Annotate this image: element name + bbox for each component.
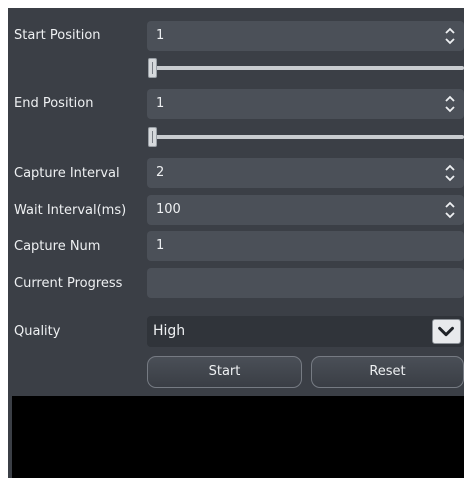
spin-arrows-icon[interactable] [444,25,456,47]
reset-button[interactable]: Reset [311,356,464,388]
capture-num-value: 1 [156,238,165,253]
window-left-edge [0,0,8,478]
capture-num-field: 1 [147,231,464,261]
quality-select[interactable]: High [147,316,464,347]
start-position-value: 1 [156,28,165,43]
wait-interval-spinbox[interactable]: 100 [147,195,464,225]
start-position-spinbox[interactable]: 1 [147,21,464,51]
spin-arrows-icon[interactable] [444,93,456,115]
current-progress-label: Current Progress [14,276,123,291]
end-position-label: End Position [14,96,94,111]
capture-interval-spinbox[interactable]: 2 [147,158,464,188]
spin-arrows-icon[interactable] [444,162,456,184]
window-top-edge [0,0,464,8]
end-position-slider-handle[interactable] [148,127,157,147]
wait-interval-value: 100 [156,202,181,217]
capture-interval-value: 2 [156,165,165,180]
chevron-down-icon [438,326,454,337]
capture-interval-label: Capture Interval [14,166,120,181]
end-position-value: 1 [156,96,165,111]
wait-interval-label: Wait Interval(ms) [14,203,127,218]
end-position-spinbox[interactable]: 1 [147,89,464,119]
start-button[interactable]: Start [147,356,302,388]
current-progress-bar [147,268,464,298]
end-position-slider-track[interactable] [152,135,464,139]
start-position-slider-handle[interactable] [148,58,157,78]
dropdown-button[interactable] [432,319,461,344]
capture-num-label: Capture Num [14,239,101,254]
start-position-label: Start Position [14,28,101,43]
quality-selected-value: High [153,323,186,339]
start-position-slider-track[interactable] [152,66,464,70]
spin-arrows-icon[interactable] [444,199,456,221]
quality-label: Quality [14,324,61,339]
preview-area [12,396,464,478]
